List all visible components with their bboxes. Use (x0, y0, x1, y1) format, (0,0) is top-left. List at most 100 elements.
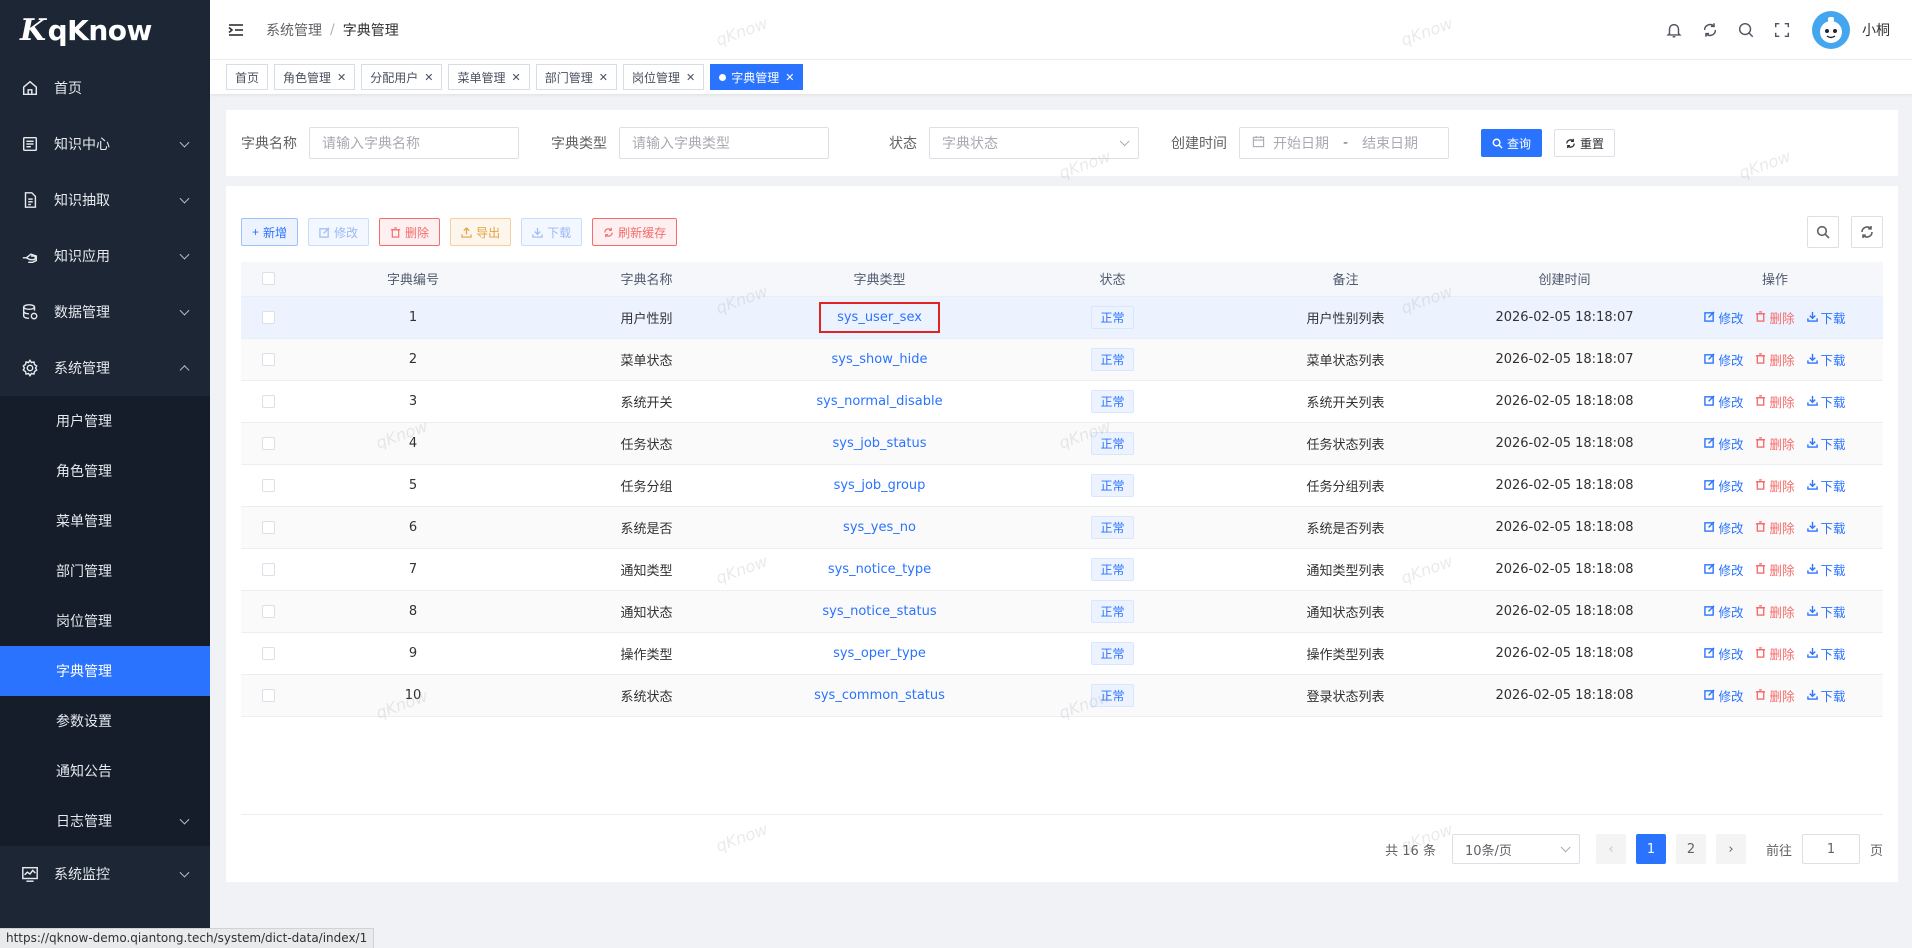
dict-type-link[interactable]: sys_oper_type (817, 640, 942, 667)
sidebar-subitem[interactable]: 参数设置 (0, 696, 210, 746)
close-icon[interactable]: ✕ (785, 71, 794, 84)
username[interactable]: 小桐 (1862, 20, 1890, 40)
row-checkbox[interactable] (262, 604, 275, 618)
row-delete-button[interactable]: 删除 (1755, 602, 1795, 621)
sidebar-item[interactable]: 系统监控 (0, 846, 210, 902)
sidebar-item[interactable]: 知识中心 (0, 116, 210, 172)
sidebar-subitem[interactable]: 角色管理 (0, 446, 210, 496)
dict-type-link[interactable]: sys_job_group (818, 472, 942, 499)
row-checkbox[interactable] (262, 688, 275, 702)
dict-type-link[interactable]: sys_notice_type (812, 556, 947, 583)
row-checkbox[interactable] (262, 436, 275, 450)
sidebar-subitem[interactable]: 日志管理 (0, 796, 210, 846)
page-button-2[interactable]: 2 (1675, 834, 1706, 864)
row-checkbox[interactable] (262, 310, 275, 324)
row-download-button[interactable]: 下载 (1806, 602, 1846, 621)
row-download-button[interactable]: 下载 (1806, 308, 1846, 327)
dict-type-link[interactable]: sys_yes_no (827, 514, 932, 541)
status-select[interactable]: 字典状态 (929, 127, 1139, 159)
row-delete-button[interactable]: 删除 (1755, 686, 1795, 705)
row-download-button[interactable]: 下载 (1806, 434, 1846, 453)
breadcrumb-item[interactable]: 系统管理 (266, 20, 322, 40)
row-edit-button[interactable]: 修改 (1704, 308, 1743, 327)
close-icon[interactable]: ✕ (337, 71, 346, 84)
row-checkbox[interactable] (262, 352, 275, 366)
bell-icon[interactable] (1664, 20, 1684, 40)
export-button[interactable]: 导出 (450, 218, 512, 246)
dict-type-link[interactable]: sys_common_status (798, 682, 961, 709)
close-icon[interactable]: ✕ (599, 71, 608, 84)
dict-type-input[interactable]: 请输入字典类型 (619, 127, 829, 159)
row-edit-button[interactable]: 修改 (1704, 434, 1743, 453)
row-checkbox[interactable] (262, 646, 275, 660)
refresh-icon[interactable] (1700, 20, 1720, 40)
search-icon[interactable] (1736, 20, 1756, 40)
select-all-checkbox[interactable] (262, 272, 275, 286)
row-delete-button[interactable]: 删除 (1755, 476, 1795, 495)
row-delete-button[interactable]: 删除 (1755, 560, 1795, 579)
row-delete-button[interactable]: 删除 (1755, 392, 1795, 411)
prev-page-button[interactable]: ‹ (1595, 834, 1626, 864)
tag-item[interactable]: 分配用户 ✕ (361, 64, 443, 90)
download-button[interactable]: 下载 (521, 218, 583, 246)
sidebar-subitem[interactable]: 菜单管理 (0, 496, 210, 546)
row-download-button[interactable]: 下载 (1806, 518, 1846, 537)
row-checkbox[interactable] (262, 562, 275, 576)
refresh-table-icon[interactable] (1851, 216, 1883, 248)
fullscreen-icon[interactable] (1772, 20, 1792, 40)
dict-type-link[interactable]: sys_normal_disable (800, 388, 958, 415)
row-delete-button[interactable]: 删除 (1755, 518, 1795, 537)
tag-item[interactable]: 角色管理 ✕ (274, 64, 356, 90)
row-delete-button[interactable]: 删除 (1755, 644, 1795, 663)
close-icon[interactable]: ✕ (686, 71, 695, 84)
sidebar-item[interactable]: 知识抽取 (0, 172, 210, 228)
tag-item[interactable]: 部门管理 ✕ (535, 64, 617, 90)
app-logo[interactable]: K qKnow (0, 0, 210, 60)
sidebar-subitem[interactable]: 字典管理 (0, 646, 210, 696)
row-checkbox[interactable] (262, 478, 275, 492)
sidebar-item[interactable]: 首页 (0, 60, 210, 116)
sidebar-subitem[interactable]: 用户管理 (0, 396, 210, 446)
row-edit-button[interactable]: 修改 (1704, 560, 1743, 579)
page-size-select[interactable]: 10条/页 (1451, 834, 1580, 864)
sidebar-subitem[interactable]: 通知公告 (0, 746, 210, 796)
row-edit-button[interactable]: 修改 (1704, 644, 1743, 663)
sidebar-item[interactable]: 数据管理 (0, 284, 210, 340)
collapse-sidebar-icon[interactable] (226, 20, 246, 40)
tag-item[interactable]: 字典管理 ✕ (710, 64, 804, 90)
sidebar-item[interactable]: 知识应用 (0, 228, 210, 284)
delete-button[interactable]: 删除 (379, 218, 441, 246)
edit-button[interactable]: 修改 (308, 218, 370, 246)
sidebar-subitem[interactable]: 岗位管理 (0, 596, 210, 646)
tag-item[interactable]: 首页 (226, 64, 269, 90)
next-page-button[interactable]: › (1715, 834, 1746, 864)
row-download-button[interactable]: 下载 (1806, 686, 1846, 705)
reset-button[interactable]: 重置 (1554, 129, 1616, 157)
row-checkbox[interactable] (262, 520, 275, 534)
row-checkbox[interactable] (262, 394, 275, 408)
row-download-button[interactable]: 下载 (1806, 560, 1846, 579)
dict-type-link[interactable]: sys_show_hide (816, 346, 944, 373)
row-edit-button[interactable]: 修改 (1704, 518, 1743, 537)
goto-page-input[interactable]: 1 (1801, 834, 1860, 864)
row-edit-button[interactable]: 修改 (1704, 602, 1743, 621)
dict-type-link[interactable]: sys_user_sex (819, 301, 940, 333)
row-edit-button[interactable]: 修改 (1704, 686, 1743, 705)
row-delete-button[interactable]: 删除 (1755, 434, 1795, 453)
dict-name-input[interactable]: 请输入字典名称 (309, 127, 519, 159)
tag-item[interactable]: 菜单管理 ✕ (448, 64, 530, 90)
sidebar-subitem[interactable]: 部门管理 (0, 546, 210, 596)
date-range-picker[interactable]: 开始日期 - 结束日期 (1239, 127, 1449, 159)
row-download-button[interactable]: 下载 (1806, 350, 1846, 369)
row-download-button[interactable]: 下载 (1806, 644, 1846, 663)
row-download-button[interactable]: 下载 (1806, 392, 1846, 411)
refresh-cache-button[interactable]: 刷新缓存 (592, 218, 678, 246)
sidebar-item[interactable]: 系统管理 (0, 340, 210, 396)
close-icon[interactable]: ✕ (424, 71, 433, 84)
row-delete-button[interactable]: 删除 (1755, 350, 1795, 369)
dict-type-link[interactable]: sys_notice_status (806, 598, 952, 625)
row-download-button[interactable]: 下载 (1806, 476, 1846, 495)
row-edit-button[interactable]: 修改 (1704, 476, 1743, 495)
tag-item[interactable]: 岗位管理 ✕ (622, 64, 705, 90)
query-button[interactable]: 查询 (1481, 129, 1543, 157)
